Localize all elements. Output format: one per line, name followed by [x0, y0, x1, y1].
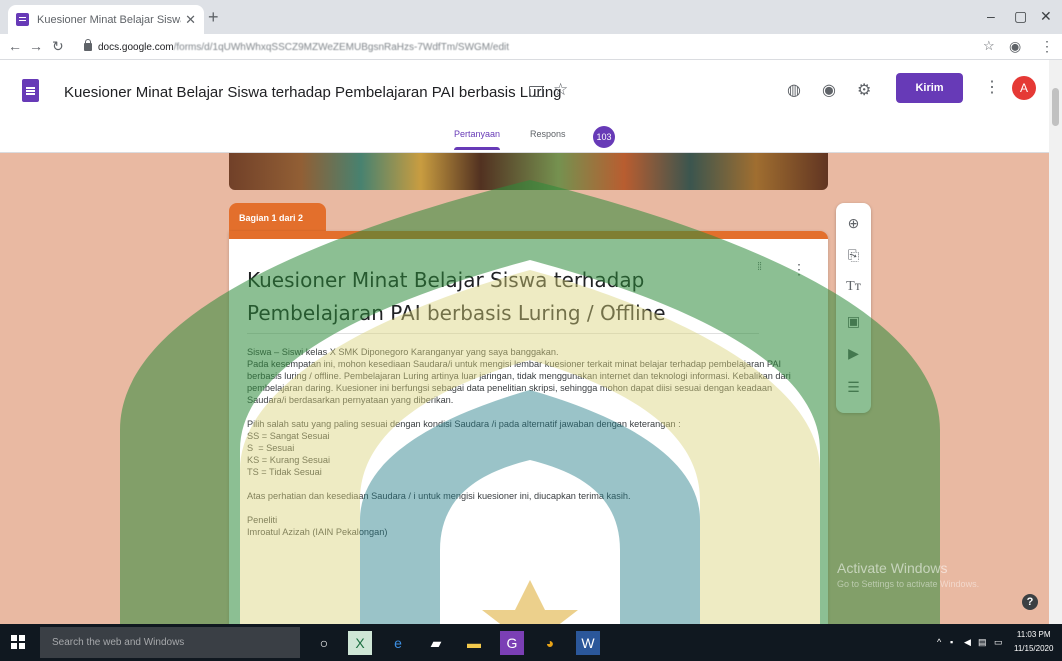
tray-chevron-icon[interactable]: ^ — [937, 637, 941, 647]
add-title-icon[interactable]: Tт — [836, 279, 871, 295]
form-title[interactable]: Kuesioner Minat Belajar Siswa terhadap P… — [247, 264, 759, 334]
browser-tab-title: Kuesioner Minat Belajar Siswa te — [37, 13, 181, 26]
add-video-icon[interactable]: ▶ — [836, 345, 871, 362]
windows-taskbar: Search the web and Windows ○ X e ▰ ▬ G ◕… — [0, 624, 1062, 661]
tab-questions[interactable]: Pertanyaan — [454, 129, 501, 150]
responses-count-badge: 103 — [593, 126, 615, 148]
url-host: docs.google.com — [98, 41, 174, 53]
back-icon[interactable]: ← — [8, 39, 22, 53]
chrome-icon[interactable]: ◕ — [538, 631, 562, 655]
close-tab-icon[interactable]: ✕ — [185, 12, 196, 28]
notification-icon[interactable]: ▭ — [994, 637, 1003, 648]
close-window-icon[interactable]: ✕ — [1040, 8, 1052, 25]
reload-icon[interactable]: ↻ — [52, 39, 64, 53]
forms-header: Kuesioner Minat Belajar Siswa terhadap P… — [0, 60, 1062, 153]
excel-icon[interactable]: X — [348, 631, 372, 655]
store-icon[interactable]: ▰ — [424, 631, 448, 655]
add-section-icon[interactable]: ☰ — [836, 379, 871, 396]
browser-tab[interactable]: Kuesioner Minat Belajar Siswa te ✕ — [8, 5, 204, 34]
volume-icon[interactable]: ◀ — [964, 637, 971, 648]
new-tab-button[interactable]: + — [208, 8, 219, 26]
folder-icon[interactable] — [529, 86, 543, 97]
app-icon[interactable]: G — [500, 631, 524, 655]
settings-gear-icon[interactable]: ⚙ — [857, 80, 871, 100]
forms-logo-icon[interactable] — [22, 79, 39, 102]
edge-icon[interactable]: e — [386, 631, 410, 655]
preview-eye-icon[interactable]: ◉ — [822, 80, 836, 100]
lock-icon — [84, 39, 92, 51]
maximize-icon[interactable]: ▢ — [1014, 8, 1027, 25]
form-tabs: Pertanyaan Respons 103 — [0, 122, 1062, 153]
language-icon[interactable]: ▤ — [978, 637, 987, 648]
star-icon[interactable]: ☆ — [553, 80, 568, 100]
tab-responses[interactable]: Respons — [530, 129, 566, 139]
more-options-icon[interactable]: ⋮ — [984, 77, 1000, 97]
clock-date: 11/15/2020 — [1014, 644, 1054, 653]
task-view-icon[interactable]: ○ — [312, 631, 336, 655]
add-question-icon[interactable]: ⊕ — [836, 215, 871, 232]
help-icon[interactable]: ? — [1022, 594, 1038, 610]
clock-time: 11:03 PM — [1016, 630, 1051, 639]
question-toolbar: ⊕ ⎘ Tт ▣ ▶ ☰ — [836, 203, 871, 413]
minimize-icon[interactable]: – — [987, 8, 995, 24]
header-banner-image — [229, 153, 828, 190]
page-scrollbar[interactable] — [1049, 60, 1062, 624]
scrollbar-thumb[interactable] — [1052, 88, 1059, 126]
browser-tab-strip: Kuesioner Minat Belajar Siswa te ✕ + – ▢… — [0, 0, 1062, 34]
activate-windows-title: Activate Windows — [837, 560, 948, 576]
word-icon[interactable]: W — [576, 631, 600, 655]
section-more-icon[interactable]: ⋮ — [792, 261, 806, 278]
file-explorer-icon[interactable]: ▬ — [462, 631, 486, 655]
avatar[interactable]: A — [1012, 76, 1036, 100]
add-image-icon[interactable]: ▣ — [836, 313, 871, 330]
section-tag: Bagian 1 dari 2 — [229, 203, 326, 233]
form-title-card[interactable]: ⁞⁞ ⋮ Kuesioner Minat Belajar Siswa terha… — [229, 231, 828, 624]
browser-menu-icon[interactable]: ⋮ — [1040, 39, 1054, 53]
activate-windows-subtitle: Go to Settings to activate Windows. — [837, 579, 980, 589]
windows-start-icon[interactable] — [11, 635, 25, 649]
profile-icon[interactable]: ◉ — [1009, 39, 1021, 53]
taskbar-search-input[interactable]: Search the web and Windows — [40, 627, 300, 658]
url-field[interactable]: docs.google.com /forms/d/1qUWhWhxqSSCZ9M… — [84, 37, 964, 57]
palette-icon[interactable]: ◍ — [787, 80, 801, 100]
form-description[interactable]: Siswa – Siswi kelas X SMK Diponegoro Kar… — [247, 346, 792, 538]
address-bar: ← → ↻ docs.google.com /forms/d/1qUWhWhxq… — [0, 34, 1062, 60]
send-button[interactable]: Kirim — [896, 73, 963, 103]
bookmark-star-icon[interactable]: ☆ — [983, 39, 995, 53]
taskbar-clock[interactable]: 11:03 PM 11/15/2020 — [1014, 628, 1053, 656]
forms-favicon-icon — [16, 13, 29, 26]
forward-icon[interactable]: → — [29, 39, 43, 53]
network-icon[interactable]: ▪ — [950, 637, 953, 647]
import-questions-icon[interactable]: ⎘ — [836, 247, 871, 264]
document-title[interactable]: Kuesioner Minat Belajar Siswa terhadap P… — [64, 84, 562, 101]
url-path: /forms/d/1qUWhWhxqSSCZ9MZWeZEMUBgsnRaHzs… — [173, 41, 510, 53]
